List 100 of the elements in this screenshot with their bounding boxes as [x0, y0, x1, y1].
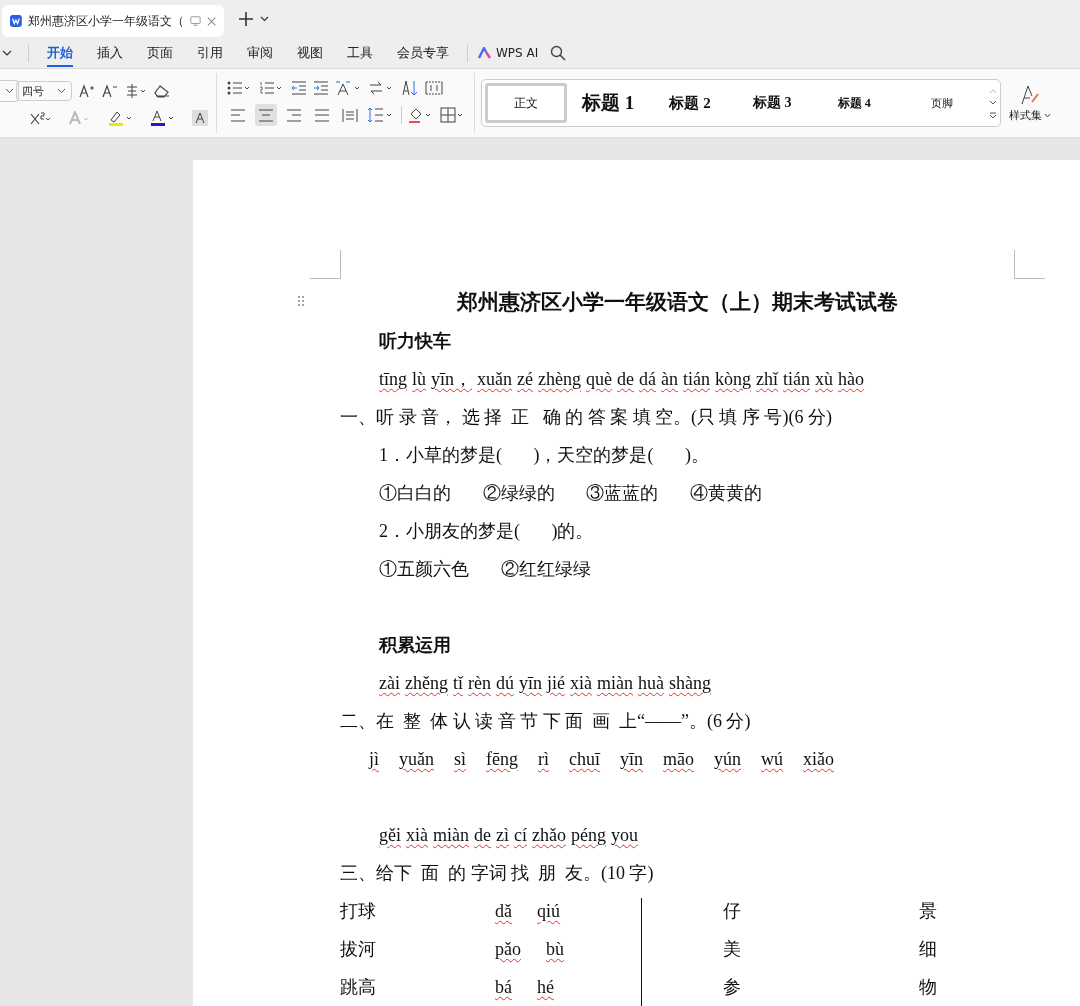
character-cell-text: 物: [919, 976, 937, 999]
sort-icon[interactable]: [401, 80, 419, 96]
ribbon-tab[interactable]: 工具: [347, 39, 373, 67]
margin-corner-mark: [310, 250, 341, 279]
word-cell-text: 拔河: [340, 938, 377, 961]
scroll-down-icon[interactable]: [989, 99, 997, 106]
character-cell-text: 细: [919, 938, 937, 961]
pinyin-word: àn: [661, 368, 678, 391]
ribbon-tab[interactable]: 插入: [97, 39, 123, 67]
pinyin-word: tǐ: [452, 672, 463, 695]
pinyin-word: zhèng: [538, 368, 581, 391]
pinyin-word: tián: [683, 368, 710, 391]
align-center-button[interactable]: [255, 104, 277, 126]
word-cell-text: 跳高: [340, 976, 377, 999]
exercise-line: ①白白的 ②绿绿的 ③蓝蓝的 ④黄黄的: [378, 482, 763, 505]
pinyin-word: de: [617, 368, 634, 391]
pinyin-word: chuī: [569, 748, 600, 771]
style-preset[interactable]: 页脚: [895, 83, 989, 123]
ribbon-tab[interactable]: 审阅: [247, 39, 273, 67]
pinyin-word: jì: [369, 748, 379, 771]
style-preset[interactable]: 标题 1: [567, 83, 650, 123]
chevron-down-icon[interactable]: [2, 50, 12, 56]
style-preset[interactable]: 标题 3: [731, 83, 814, 123]
pinyin-word: jié: [547, 672, 565, 695]
document-title: 郑州惠济区小学一年级语文（上）期末考试试卷: [457, 289, 898, 316]
pen-brush-icon: [1020, 83, 1040, 106]
word-cell-text: 打球: [340, 900, 377, 923]
pinyin-word: you: [611, 824, 638, 847]
pinyin-word: cí: [514, 824, 527, 847]
pinyin-word: lù: [412, 368, 427, 391]
section-heading: 积累运用: [377, 634, 452, 657]
pinyin-word: kòng: [715, 368, 751, 391]
question-text: 一、听 录 音， 选 择 正 确 的 答 案 填 空。(只 填 序 号)(6 分): [340, 406, 833, 429]
pinyin-word: xiǎo: [803, 748, 835, 771]
font-size-dropdown[interactable]: 四号: [16, 81, 72, 101]
pinyin-word: tián: [783, 368, 810, 391]
character-cell-text: 景: [919, 900, 937, 923]
drag-handle-icon[interactable]: [297, 295, 305, 307]
pinyin-word: hào: [838, 368, 864, 391]
pinyin-word: fēng: [486, 748, 518, 771]
style-preset[interactable]: 正文: [485, 83, 568, 123]
document-tab[interactable]: 郑州惠济区小学一年级语文（: [2, 5, 224, 37]
superscript-icon[interactable]: [30, 111, 52, 125]
ribbon-tab[interactable]: 视图: [297, 39, 323, 67]
pinyin-word: zì: [496, 824, 509, 847]
pinyin-word: yīn: [518, 672, 542, 695]
ribbon-tab[interactable]: 会员专享: [397, 39, 449, 67]
pinyin-word: wú: [761, 748, 784, 771]
section-heading: 听力快车: [378, 330, 452, 353]
exercise-line: 2．小朋友的梦是( )的。: [378, 520, 595, 543]
pinyin-word: bá: [495, 976, 512, 999]
chevron-down-icon[interactable]: [260, 16, 269, 22]
pinyin-word: yuǎn: [399, 748, 434, 771]
ai-button-label: WPS AI: [496, 46, 539, 60]
pinyin-word: hé: [537, 976, 554, 999]
highlighter-icon[interactable]: [108, 110, 134, 126]
pinyin-word: xù: [815, 368, 833, 391]
shrink-font-icon[interactable]: [102, 84, 118, 98]
expand-icon[interactable]: [989, 111, 997, 119]
pinyin-word: zé: [517, 368, 534, 391]
character-cell-text: 美: [723, 938, 742, 961]
pinyin-word: zhǐ: [756, 368, 778, 391]
pinyin-word: xià: [570, 672, 592, 695]
new-tab-icon[interactable]: [238, 11, 254, 27]
ribbon-tab[interactable]: 引用: [197, 39, 223, 67]
style-preset[interactable]: 标题 4: [813, 83, 896, 123]
caret-icon: [4, 88, 14, 94]
pinyin-word: péng: [571, 824, 606, 847]
caret-icon: [1044, 112, 1051, 118]
pinyin-word: bù: [546, 938, 564, 961]
pinyin-word: māo: [663, 748, 695, 771]
ai-button[interactable]: WPS AI: [474, 46, 543, 60]
writer-logo-icon: [10, 14, 22, 28]
search-icon[interactable]: [550, 45, 567, 61]
pinyin-word: qiú: [537, 900, 560, 923]
pinyin-word: yīn: [620, 748, 644, 771]
style-set-button[interactable]: 样式集: [1009, 83, 1051, 123]
phonetic-guide-icon[interactable]: [125, 83, 147, 99]
pinyin-word: yún: [714, 748, 742, 771]
caret-icon: [57, 88, 66, 94]
grow-font-icon[interactable]: [79, 84, 95, 98]
close-icon[interactable]: [206, 15, 216, 27]
ribbon-tab[interactable]: 页面: [147, 39, 173, 67]
question-text: 二、在 整 体 认 读 音 节 下 面 画 上“——”。(6 分): [340, 710, 752, 733]
pinyin-word: rèn: [468, 672, 491, 695]
character-shading-icon[interactable]: [192, 110, 208, 126]
pinyin-word: sì: [454, 748, 467, 771]
pinyin-word: què: [586, 368, 612, 391]
pinyin-word: pǎo: [495, 938, 521, 961]
pinyin-word: dá: [639, 368, 656, 391]
pinyin-word: zài: [379, 672, 400, 695]
style-preset[interactable]: 标题 2: [649, 83, 732, 123]
ai-logo-icon: [478, 47, 492, 59]
eraser-icon[interactable]: [154, 84, 170, 98]
pinyin-word: dú: [495, 672, 514, 695]
font-color-icon[interactable]: [150, 110, 176, 126]
ribbon-tab[interactable]: 开始: [47, 39, 73, 67]
pinyin-word: miàn: [597, 672, 633, 695]
pinyin-word: de: [474, 824, 491, 847]
pinyin-word: gěi: [379, 824, 401, 847]
